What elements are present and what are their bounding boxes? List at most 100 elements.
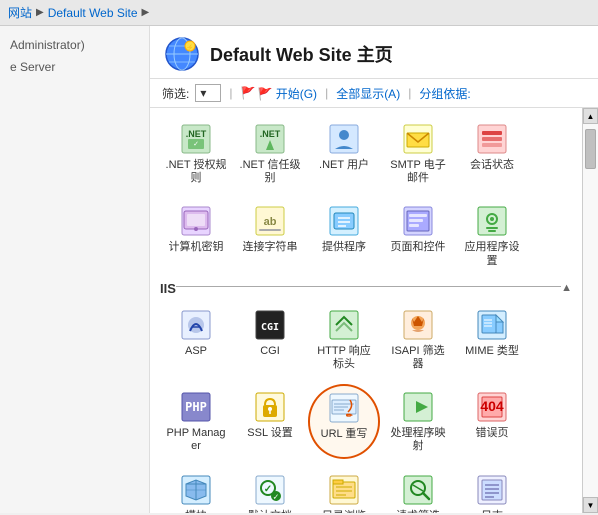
icon-machine-key[interactable]: 计算机密钥 (160, 198, 232, 272)
icon-net-trust[interactable]: .NET .NET 信任级别 (234, 116, 306, 190)
svg-text:✓: ✓ (273, 492, 280, 501)
svg-text:CGI: CGI (261, 322, 279, 333)
net-user-icon (328, 123, 360, 155)
aspnet-icons-grid: .NET ✓ .NET 授权规则 .NET (160, 116, 572, 190)
icon-error-page[interactable]: 404 错误页 (456, 384, 528, 458)
icon-req-filter[interactable]: 请求筛选 (382, 467, 454, 514)
icon-dir-browse[interactable]: 目录浏览 (308, 467, 380, 514)
icon-mime[interactable]: MIME 类型 (456, 302, 528, 376)
icon-ssl[interactable]: SSL 设置 (234, 384, 306, 458)
http-resp-icon (328, 309, 360, 341)
svg-text:404: 404 (480, 398, 504, 414)
scroll-up-btn[interactable]: ▲ (583, 108, 598, 124)
session-label: 会话状态 (470, 159, 514, 172)
smtp-label: SMTP 电子邮件 (387, 159, 449, 185)
mime-icon (476, 309, 508, 341)
php-label: PHP Manager (165, 427, 227, 453)
icon-module[interactable]: 模块 (160, 467, 232, 514)
svg-text:.NET: .NET (186, 129, 207, 139)
svg-text:✏: ✏ (346, 411, 353, 420)
main-content: ⚡ Default Web Site 主页 筛选: ▾ | 🚩 🚩 开始(G) … (150, 26, 598, 513)
default-doc-label: 默认文档 (248, 510, 292, 514)
content-header: ⚡ Default Web Site 主页 (150, 26, 598, 79)
log-icon (476, 474, 508, 506)
icon-log[interactable]: 日志 (456, 467, 528, 514)
iis-icons-grid3: 模块 ✓ ✓ 默认文档 (160, 467, 572, 514)
log-label: 日志 (481, 510, 503, 514)
isapi-icon (402, 309, 434, 341)
toolbar-sep2: | (325, 86, 328, 100)
url-rewrite-label: URL 重写 (321, 428, 368, 441)
net-auth-icon: .NET ✓ (180, 123, 212, 155)
icon-url-rewrite[interactable]: ✏ URL 重写 (308, 384, 380, 458)
icon-connect-str[interactable]: ab 连接字符串 (234, 198, 306, 272)
dir-browse-label: 目录浏览 (322, 510, 366, 514)
net-auth-label: .NET 授权规则 (165, 159, 227, 185)
connect-str-icon: ab (254, 205, 286, 237)
req-filter-label: 请求筛选 (396, 510, 440, 514)
aspnet-icons-grid2: 计算机密钥 ab 连接字符串 (160, 198, 572, 272)
icon-default-doc[interactable]: ✓ ✓ 默认文档 (234, 467, 306, 514)
handler-icon (402, 391, 434, 423)
module-icon (180, 474, 212, 506)
asp-icon (180, 309, 212, 341)
breadcrumb-site[interactable]: 网站 (8, 4, 32, 21)
url-rewrite-icon: ✏ (328, 392, 360, 424)
start-button[interactable]: 🚩 🚩 开始(G) (241, 85, 318, 102)
group-button[interactable]: 分组依据: (419, 85, 470, 102)
svg-text:ab: ab (264, 216, 277, 228)
icon-http-resp[interactable]: HTTP 响应标头 (308, 302, 380, 376)
smtp-icon (402, 123, 434, 155)
icon-net-auth[interactable]: .NET ✓ .NET 授权规则 (160, 116, 232, 190)
left-item-admin[interactable]: Administrator) (0, 34, 149, 56)
left-item-server[interactable]: e Server (0, 56, 149, 78)
php-icon: PHP (180, 391, 212, 423)
handler-label: 处理程序映射 (387, 427, 449, 453)
icon-app-settings[interactable]: 应用程序设置 (456, 198, 528, 272)
provider-icon (328, 205, 360, 237)
ssl-label: SSL 设置 (247, 427, 292, 440)
icon-cgi[interactable]: CGI CGI (234, 302, 306, 376)
svg-text:✓: ✓ (264, 484, 272, 495)
page-ctrl-icon (402, 205, 434, 237)
req-filter-icon (402, 474, 434, 506)
machine-key-icon (180, 205, 212, 237)
iis-icons-grid2: PHP PHP Manager (160, 384, 572, 458)
app-settings-label: 应用程序设置 (461, 241, 523, 267)
icon-asp[interactable]: ASP (160, 302, 232, 376)
icon-handler[interactable]: 处理程序映射 (382, 384, 454, 458)
dir-browse-icon (328, 474, 360, 506)
icon-smtp[interactable]: SMTP 电子邮件 (382, 116, 454, 190)
isapi-label: ISAPI 筛选器 (387, 345, 449, 371)
cgi-icon: CGI (254, 309, 286, 341)
icon-php[interactable]: PHP PHP Manager (160, 384, 232, 458)
net-trust-icon: .NET (254, 123, 286, 155)
breadcrumb-arrow2: ▶ (142, 7, 150, 18)
svg-text:.NET: .NET (260, 129, 281, 139)
net-user-label: .NET 用户 (319, 159, 369, 172)
scrollbar[interactable]: ▲ ▼ (582, 108, 598, 513)
icon-session[interactable]: 会话状态 (456, 116, 528, 190)
machine-key-label: 计算机密钥 (169, 241, 224, 254)
scroll-track[interactable] (583, 124, 598, 497)
iis-collapse-btn[interactable]: ▲ (561, 282, 572, 294)
default-doc-icon: ✓ ✓ (254, 474, 286, 506)
http-resp-label: HTTP 响应标头 (313, 345, 375, 371)
icon-page-ctrl[interactable]: 页面和控件 (382, 198, 454, 272)
toolbar-sep1: | (229, 86, 232, 100)
breadcrumb-website[interactable]: Default Web Site (48, 6, 138, 20)
svg-text:PHP: PHP (185, 400, 207, 414)
net-trust-label: .NET 信任级别 (239, 159, 301, 185)
iis-icons-grid: ASP CGI CGI (160, 302, 572, 376)
scroll-down-btn[interactable]: ▼ (583, 497, 598, 513)
filter-label: 筛选: (162, 85, 189, 102)
provider-label: 提供程序 (322, 241, 366, 254)
icon-isapi[interactable]: ISAPI 筛选器 (382, 302, 454, 376)
icon-net-user[interactable]: .NET 用户 (308, 116, 380, 190)
view-all-button[interactable]: 全部显示(A) (336, 85, 400, 102)
filter-dropdown[interactable]: ▾ (195, 84, 221, 102)
scroll-thumb[interactable] (585, 129, 596, 169)
globe-icon: ⚡ (164, 36, 200, 72)
icon-provider[interactable]: 提供程序 (308, 198, 380, 272)
mime-label: MIME 类型 (465, 345, 519, 358)
